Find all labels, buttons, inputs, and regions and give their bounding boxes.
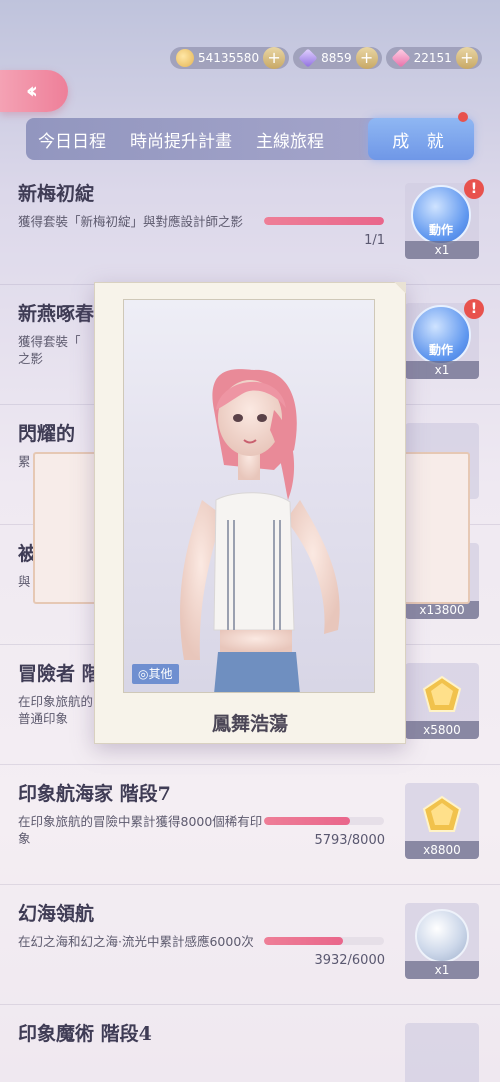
achievement-title: 印象航海家 階段7 — [18, 783, 171, 805]
reward-count: x1 — [405, 241, 479, 259]
achievement-title: 冒險者 階 — [18, 663, 101, 685]
tab-fashion-plan[interactable]: 時尚提升計畫 — [118, 127, 244, 152]
tab-notification-dot — [458, 112, 468, 122]
progress-text: 1/1 — [364, 233, 385, 248]
progress-bar — [264, 937, 384, 945]
add-gems-button[interactable]: + — [455, 47, 478, 69]
progress-fill — [264, 937, 344, 945]
achievement-row: 新梅初綻 獲得套裝「新梅初綻」與對應設計師之影 1/1 動作 x1 ! — [0, 165, 500, 285]
achievement-desc: 獲得套裝「新梅初綻」與對應設計師之影 — [18, 214, 244, 229]
reward-count: x8800 — [405, 841, 479, 859]
achievement-title: 印象魔術 階段4 — [18, 1023, 152, 1045]
reward-slot[interactable]: x1 — [405, 903, 479, 979]
character-photo: ◎其他 — [123, 299, 375, 693]
reward-slot[interactable]: x8800 — [405, 783, 479, 859]
camera-icon: ◎ — [138, 667, 149, 681]
tab-bar: 今日日程 時尚提升計畫 主線旅程 成 就 — [26, 112, 474, 160]
reward-label: 動作 — [428, 343, 453, 357]
achievement-title: 新梅初綻 — [18, 183, 95, 205]
add-diamonds-button[interactable]: + — [355, 47, 378, 69]
reward-slot[interactable] — [405, 1023, 479, 1082]
desc-line-1: 獲得套裝「 — [18, 334, 81, 349]
currency-bar: 54135580 + 8859 + 22151 + — [170, 46, 486, 70]
outfit-name: 鳳舞浩蕩 — [211, 713, 288, 735]
desc-line-1: 在印象旅航的 — [18, 694, 94, 709]
corner-fold — [394, 282, 406, 294]
progress-fill — [264, 217, 384, 225]
achievement-title: 閃耀的 — [18, 423, 76, 445]
achievement-row: 印象魔術 階段4 — [0, 1005, 500, 1082]
category-tag: ◎其他 — [132, 664, 179, 684]
reward-count: x1 — [405, 361, 479, 379]
achievement-row: 印象航海家 階段7 在印象旅航的冒險中累計獲得8000個稀有印象 5793/80… — [0, 765, 500, 885]
gem-value: 22151 — [413, 51, 452, 65]
coin-icon — [176, 49, 194, 67]
category-tag-label: 其他 — [148, 667, 173, 681]
achievement-desc: 在幻之海和幻之海·流光中累計感應6000次 — [18, 934, 254, 949]
achievement-desc: 在印象旅航的冒險中累計獲得8000個稀有印象 — [18, 814, 263, 846]
coin-value: 54135580 — [198, 51, 260, 65]
alert-icon: ! — [464, 179, 484, 199]
gold-gem-icon — [422, 675, 462, 712]
back-arrow-icon: ‹‹ — [25, 78, 38, 104]
add-coins-button[interactable]: + — [263, 47, 286, 69]
gold-gem-icon — [422, 795, 462, 832]
diamond-value: 8859 — [321, 51, 352, 65]
alert-icon: ! — [464, 299, 484, 319]
progress-bar — [264, 217, 384, 225]
action-reward-icon: 動作 — [411, 185, 471, 245]
tab-main-journey[interactable]: 主線旅程 — [244, 127, 336, 152]
achievement-title: 新燕啄春 — [18, 303, 95, 325]
progress-fill — [264, 817, 351, 825]
achievement-row: 幻海領航 在幻之海和幻之海·流光中累計感應6000次 3932/6000 x1 — [0, 885, 500, 1005]
desc-line-2: 之影 — [18, 351, 44, 366]
progress-text: 3932/6000 — [314, 953, 385, 968]
coin-balance: 54135580 + — [170, 47, 290, 69]
reward-slot[interactable]: x5800 — [405, 663, 479, 739]
outfit-photo-popup[interactable]: ◎其他 鳳舞浩蕩 — [94, 282, 406, 744]
tab-achievements[interactable]: 成 就 — [368, 118, 474, 160]
silver-coin-icon — [415, 909, 469, 963]
desc-line-2: 普通印象 — [18, 711, 69, 726]
reward-label: 動作 — [428, 223, 453, 237]
character-illustration — [180, 369, 340, 692]
diamond-icon — [298, 48, 318, 68]
progress-bar — [264, 817, 384, 825]
progress-text: 5793/8000 — [314, 833, 385, 848]
back-button[interactable]: ‹‹ — [0, 70, 68, 112]
reward-count: x1 — [405, 961, 479, 979]
pink-gem-icon — [391, 48, 411, 68]
reward-count: x5800 — [405, 721, 479, 739]
tab-daily-schedule[interactable]: 今日日程 — [26, 127, 118, 152]
gem-balance: 22151 + — [385, 47, 482, 69]
achievement-title: 幻海領航 — [18, 903, 95, 925]
diamond-balance: 8859 + — [293, 47, 382, 69]
action-reward-icon: 動作 — [411, 305, 471, 365]
